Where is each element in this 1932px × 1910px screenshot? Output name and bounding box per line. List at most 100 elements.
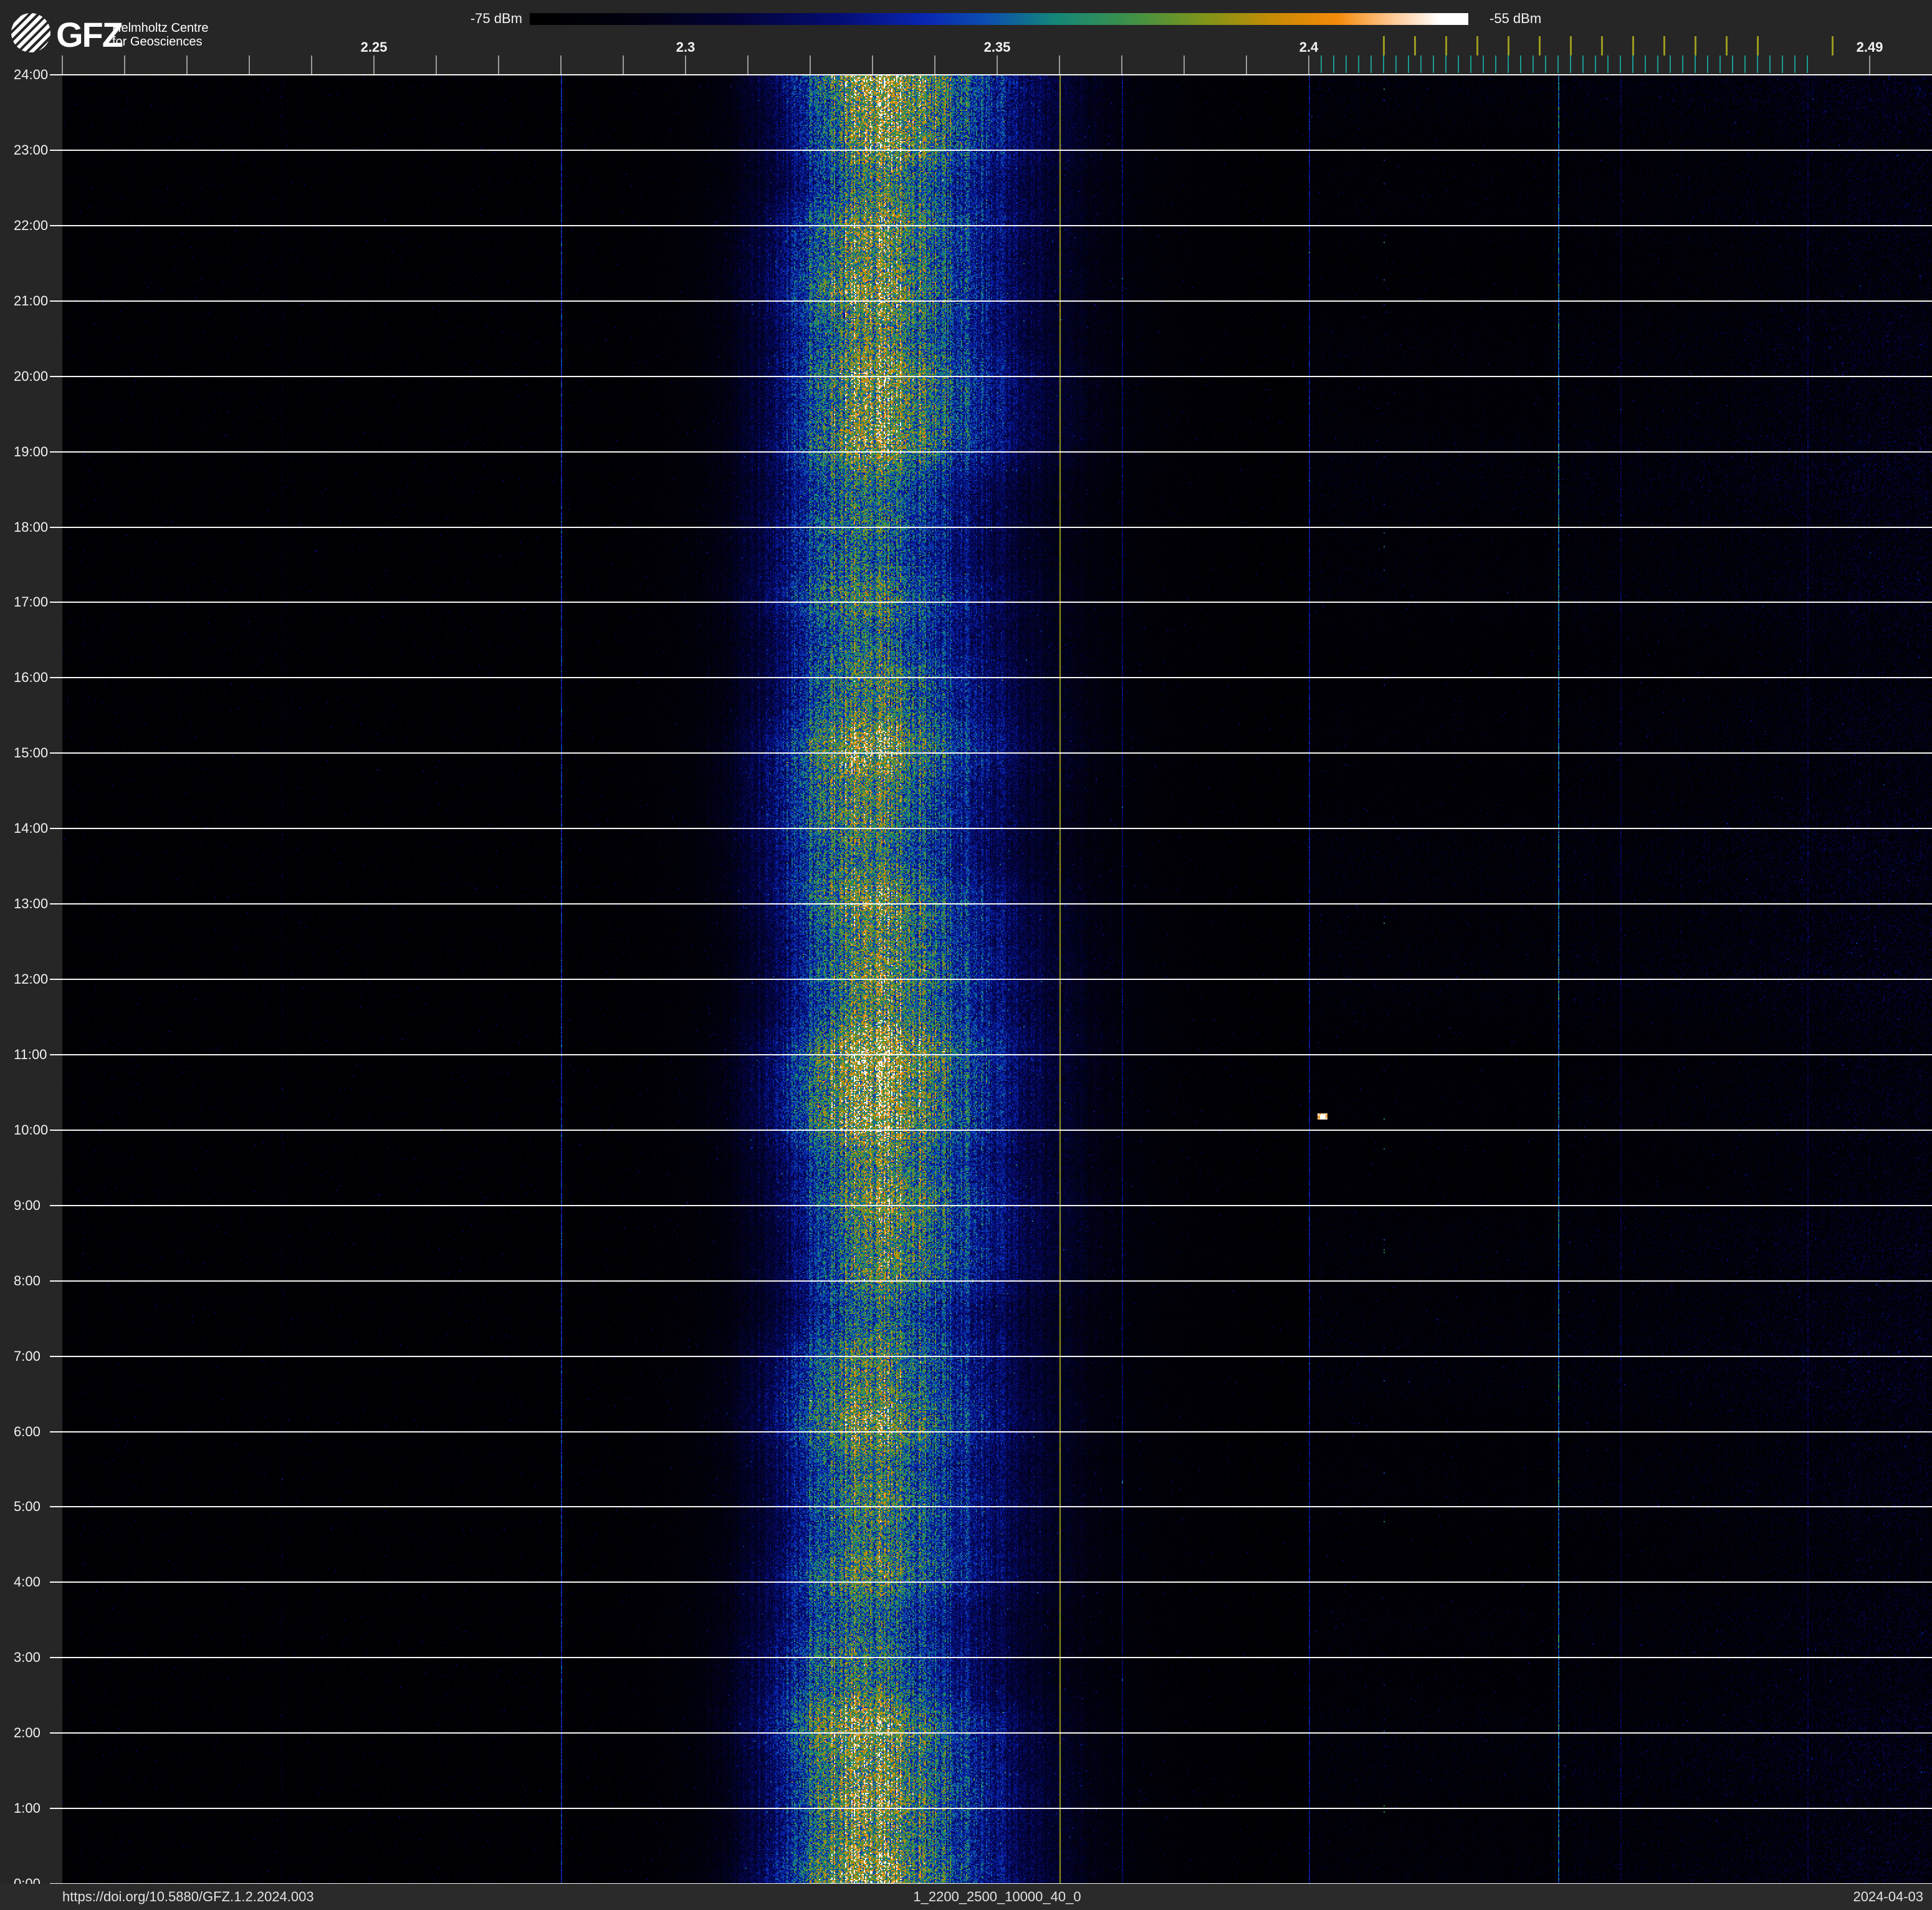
time-axis-label: 22:00 (14, 218, 49, 233)
hour-gridline (50, 1280, 1932, 1282)
ble-channel-tick (1333, 55, 1334, 73)
ble-channel-tick (1395, 55, 1397, 73)
ble-channel-tick (1607, 55, 1609, 73)
time-axis-label: 8:00 (14, 1273, 41, 1289)
freq-minor-tick (997, 55, 998, 74)
freq-minor-tick (685, 55, 686, 74)
ble-channel-tick (1782, 55, 1783, 73)
hour-gridline (50, 527, 1932, 528)
freq-minor-tick (1308, 55, 1309, 74)
hour-gridline (50, 1506, 1932, 1507)
freq-minor-tick (436, 55, 437, 74)
time-axis-label: 19:00 (14, 444, 49, 459)
freq-minor-tick (872, 55, 873, 74)
gfz-tagline-line1: Helmholtz Centre (112, 21, 209, 35)
gfz-tagline-line2: for Geosciences (112, 35, 203, 49)
ble-channel-tick (1358, 55, 1359, 73)
time-axis-label: 2:00 (14, 1725, 41, 1740)
ble-channel-tick (1545, 55, 1546, 73)
hour-gridline (50, 376, 1932, 377)
ble-channel-tick (1794, 55, 1796, 73)
time-axis-label: 13:00 (14, 896, 49, 911)
ble-channel-tick (1346, 55, 1347, 73)
time-axis-label: 7:00 (14, 1348, 41, 1364)
hour-gridline (50, 1732, 1932, 1734)
ble-channel-tick (1408, 55, 1409, 73)
time-axis-label: 5:00 (14, 1499, 41, 1514)
time-axis-label: 23:00 (14, 142, 49, 158)
hour-gridline (50, 1581, 1932, 1583)
hour-gridline (50, 677, 1932, 678)
hour-gridline (50, 451, 1932, 453)
ble-channel-tick (1495, 55, 1496, 73)
time-axis-label: 21:00 (14, 293, 49, 309)
ble-channel-tick (1383, 55, 1384, 73)
ble-channel-tick (1433, 55, 1434, 73)
ble-channel-tick (1321, 55, 1322, 73)
colorbar-min-label: -75 dBm (470, 11, 522, 26)
time-axis-label: 20:00 (14, 368, 49, 384)
wifi-channel-tick (1632, 36, 1634, 55)
freq-axis-label: 2.49 (1856, 39, 1883, 55)
ble-channel-tick (1570, 55, 1571, 73)
hour-gridline (50, 979, 1932, 980)
freq-minor-tick (498, 55, 499, 74)
freq-minor-tick (1184, 55, 1185, 74)
ble-channel-tick (1620, 55, 1621, 73)
time-axis-label: 11:00 (14, 1047, 47, 1062)
ble-channel-tick (1445, 55, 1447, 73)
freq-minor-tick (62, 55, 63, 74)
freq-axis-label: 2.4 (1299, 39, 1319, 55)
wifi-channel-tick (1476, 36, 1478, 55)
time-axis-label: 6:00 (14, 1424, 41, 1439)
time-axis-label: 24:00 (14, 67, 49, 82)
freq-minor-tick (1246, 55, 1247, 74)
ble-channel-tick (1682, 55, 1683, 73)
colorbar (530, 13, 1468, 25)
time-axis-label: 3:00 (14, 1649, 41, 1665)
time-axis-label: 10:00 (14, 1122, 49, 1138)
gfz-tagline: Helmholtz Centre for Geosciences (112, 21, 209, 49)
ble-channel-tick (1458, 55, 1459, 73)
time-axis-label: 9:00 (14, 1197, 41, 1213)
wifi-channel-tick (1601, 36, 1603, 55)
wifi-channel-tick (1508, 36, 1509, 55)
hour-gridline (50, 1205, 1932, 1206)
time-axis-label: 18:00 (14, 519, 49, 535)
ble-channel-tick (1657, 55, 1658, 73)
wifi-channel-tick (1726, 36, 1728, 55)
ble-channel-tick (1707, 55, 1708, 73)
ble-channel-tick (1420, 55, 1422, 73)
wifi-channel-tick (1757, 36, 1759, 55)
gfz-globe-icon (11, 13, 50, 52)
ble-channel-tick (1520, 55, 1521, 73)
ble-channel-tick (1719, 55, 1721, 73)
freq-minor-tick (1121, 55, 1122, 74)
freq-axis-label: 2.3 (676, 39, 696, 55)
freq-axis-label: 2.35 (983, 39, 1011, 55)
ble-channel-tick (1557, 55, 1559, 73)
wifi-channel-tick (1695, 36, 1696, 55)
wifi-channel-tick (1570, 36, 1572, 55)
hour-gridline (50, 1657, 1932, 1658)
hour-gridline (50, 828, 1932, 829)
ble-channel-tick (1695, 55, 1696, 73)
ble-channel-tick (1582, 55, 1584, 73)
freq-minor-tick (249, 55, 250, 74)
freq-minor-tick (1059, 55, 1060, 74)
time-axis-label: 15:00 (14, 745, 49, 761)
time-axis-label: 12:00 (14, 971, 49, 987)
hour-gridline (50, 1130, 1932, 1131)
date-label: 2024-04-03 (1853, 1889, 1923, 1904)
freq-minor-tick (311, 55, 312, 74)
ble-channel-tick (1670, 55, 1671, 73)
dataset-id: 1_2200_2500_10000_40_0 (913, 1889, 1081, 1904)
freq-minor-tick (1869, 55, 1870, 74)
ble-channel-tick (1470, 55, 1471, 73)
time-axis-label: 4:00 (14, 1574, 41, 1590)
ble-channel-tick (1483, 55, 1484, 73)
hour-gridline (50, 752, 1932, 754)
freq-minor-tick (934, 55, 935, 74)
freq-axis-label: 2.25 (360, 39, 388, 55)
hour-gridline (50, 300, 1932, 302)
